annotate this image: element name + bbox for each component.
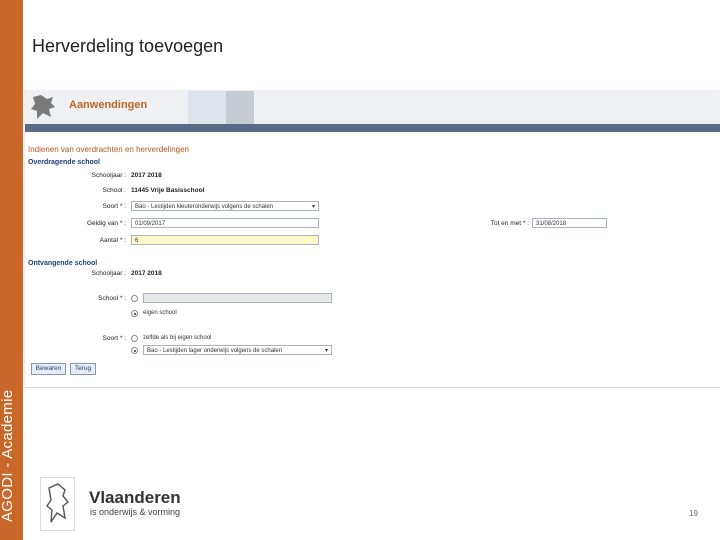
slide-title: Herverdeling toevoegen <box>32 36 224 56</box>
soort-ontv-select[interactable]: Bao - Lestijden lager onderwijs volgens … <box>143 345 332 355</box>
value-school: 11445 Vrije Basisschool <box>131 187 205 194</box>
app-header: Aanwendingen <box>25 91 720 124</box>
app-screenshot: Aanwendingen Indienen van overdrachten e… <box>25 91 720 387</box>
label-soort-ontv: Soort * : <box>102 335 126 342</box>
soort-same-label: zelfde als bij eigen school <box>143 335 212 341</box>
geldig-van-field[interactable]: 01/09/2017 <box>131 218 319 228</box>
sidebar-band: AGODI - Academie <box>0 0 23 540</box>
value-schooljaar-ontv: 2017 2018 <box>131 270 162 277</box>
label-schooljaar: Schooljaar : <box>91 172 126 179</box>
sidebar-label: AGODI - Academie <box>0 389 16 522</box>
transfer-form: Indienen van overdrachten en herverdelin… <box>25 132 720 387</box>
section-overdragende: Overdragende school <box>28 159 100 166</box>
label-schooljaar-ontv: Schooljaar : <box>91 270 126 277</box>
school-field[interactable] <box>143 293 332 303</box>
soort-ontv-select-value: Bao - Lestijden lager onderwijs volgens … <box>147 348 283 354</box>
chevron-down-icon: ▾ <box>324 348 328 354</box>
soort-same-radio[interactable] <box>131 335 138 342</box>
section-ontvangende: Ontvangende school <box>28 260 98 267</box>
vlaanderen-logo <box>40 477 75 531</box>
label-school-ontv: School * : <box>98 295 126 302</box>
eigen-school-label: eigen school <box>143 310 177 316</box>
footer-divider <box>25 387 720 388</box>
tot-en-met-field[interactable]: 31/08/2018 <box>532 218 607 228</box>
header-tab-block-dark <box>226 91 254 124</box>
save-button[interactable]: Bewaren <box>31 363 66 375</box>
school-other-radio[interactable] <box>131 295 138 302</box>
label-soort: Soort * : <box>102 203 126 210</box>
lion-emblem-icon <box>46 483 69 523</box>
chevron-down-icon: ▾ <box>311 204 315 210</box>
value-schooljaar: 2017 2018 <box>131 172 162 179</box>
nav-strip <box>25 124 720 132</box>
soort-select-radio[interactable] <box>131 347 138 354</box>
soort-select-value: Bao - Lestijden kleuteronderwijs volgens… <box>135 204 274 210</box>
label-aantal: Aantal * : <box>99 237 126 244</box>
label-tot-en-met: Tot en met * : <box>490 220 529 227</box>
label-school: School : <box>102 187 127 194</box>
aantal-field[interactable]: 6 <box>131 235 319 245</box>
eigen-school-radio[interactable] <box>131 310 138 317</box>
label-geldig: Geldig van * : <box>86 220 126 227</box>
page-number: 19 <box>689 509 698 518</box>
lion-logo-icon <box>31 95 55 119</box>
header-tab-block <box>188 91 226 124</box>
app-title: Aanwendingen <box>69 99 148 111</box>
footer-brand: Vlaanderen <box>89 488 181 507</box>
form-title: Indienen van overdrachten en herverdelin… <box>28 145 190 154</box>
back-button[interactable]: Terug <box>70 363 96 375</box>
footer-tagline: is onderwijs & vorming <box>90 507 181 517</box>
soort-select[interactable]: Bao - Lestijden kleuteronderwijs volgens… <box>131 201 319 211</box>
